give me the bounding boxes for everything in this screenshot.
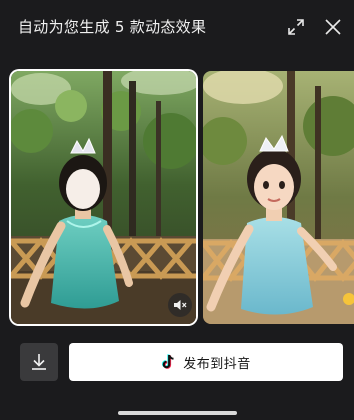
mute-toggle[interactable] bbox=[168, 293, 192, 317]
close-icon bbox=[325, 19, 341, 35]
expand-arrows-icon bbox=[288, 19, 304, 35]
expand-button[interactable] bbox=[283, 14, 309, 40]
close-button[interactable] bbox=[320, 14, 346, 40]
effect-card-cartoon[interactable] bbox=[203, 71, 354, 324]
original-photo-image bbox=[11, 71, 196, 324]
download-icon bbox=[32, 354, 46, 370]
publish-label: 发布到抖音 bbox=[183, 356, 251, 372]
publish-to-douyin-button[interactable]: 发布到抖音 bbox=[69, 343, 343, 381]
cartoon-effect-image bbox=[203, 71, 354, 324]
sheet-header: 自动为您生成 5 款动态效果 bbox=[0, 0, 354, 55]
effects-sheet: 自动为您生成 5 款动态效果 发布到抖音 bbox=[0, 0, 354, 420]
speaker-muted-icon bbox=[174, 300, 187, 310]
home-indicator bbox=[118, 411, 237, 415]
sheet-title: 自动为您生成 5 款动态效果 bbox=[18, 18, 207, 36]
effect-card-original[interactable] bbox=[11, 71, 196, 324]
douyin-logo-icon bbox=[162, 354, 174, 369]
download-button[interactable] bbox=[20, 343, 58, 381]
effects-carousel[interactable] bbox=[0, 66, 354, 328]
action-bar: 发布到抖音 bbox=[0, 338, 354, 420]
